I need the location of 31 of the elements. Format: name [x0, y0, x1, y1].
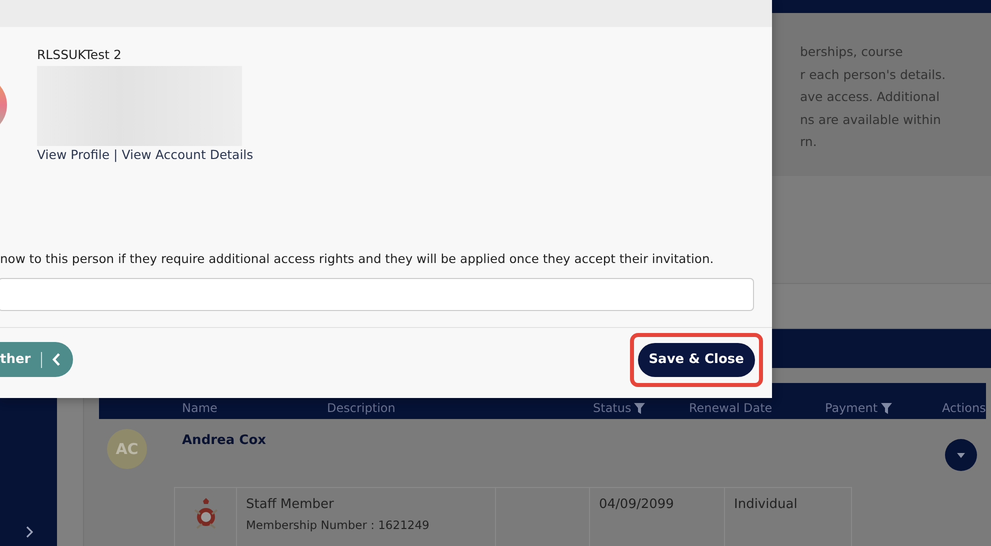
membership-number: Membership Number : 1621249 [246, 518, 430, 532]
account-name: RLSSUKTest 2 [37, 47, 122, 62]
column-header: Description [327, 401, 396, 415]
column-header[interactable]: Payment [825, 401, 942, 415]
column-header[interactable]: Status [593, 401, 689, 415]
chevron-right-icon[interactable] [24, 526, 32, 538]
link-separator: | [114, 147, 118, 162]
info-text-line: berships, course [800, 43, 904, 61]
column-header: Renewal Date [689, 401, 774, 415]
back-button[interactable]: ther [0, 342, 73, 377]
note-text: now to this person if they require additional access rights and they will be applied once they accept their invitation. [0, 252, 715, 266]
dropdown-button[interactable] [944, 439, 977, 471]
info-text-line: r each person's details. [800, 66, 947, 84]
info-text-line: ns are available within [800, 110, 942, 128]
filter-icon[interactable] [880, 402, 892, 414]
input-field[interactable] [0, 278, 754, 311]
chevron-left-icon [52, 353, 61, 366]
caret-down-icon [956, 452, 965, 458]
renewal-date: 04/09/2099 [599, 497, 674, 512]
column-header: Actions [942, 401, 986, 415]
view-account-details-link[interactable]: View Account Details [122, 147, 254, 162]
column-header: Name [182, 401, 218, 415]
view-profile-link[interactable]: View Profile [37, 147, 110, 162]
filter-icon[interactable] [634, 402, 646, 414]
person-name: Andrea Cox [182, 433, 268, 448]
save-close-button[interactable]: Save & Close [638, 342, 755, 376]
avatar: AC [107, 429, 147, 469]
membership-title: Staff Member [246, 497, 335, 512]
info-text-line: ave access. Additional [800, 88, 941, 106]
info-text-line: rn. [800, 133, 818, 151]
payment-type: Individual [734, 497, 798, 512]
